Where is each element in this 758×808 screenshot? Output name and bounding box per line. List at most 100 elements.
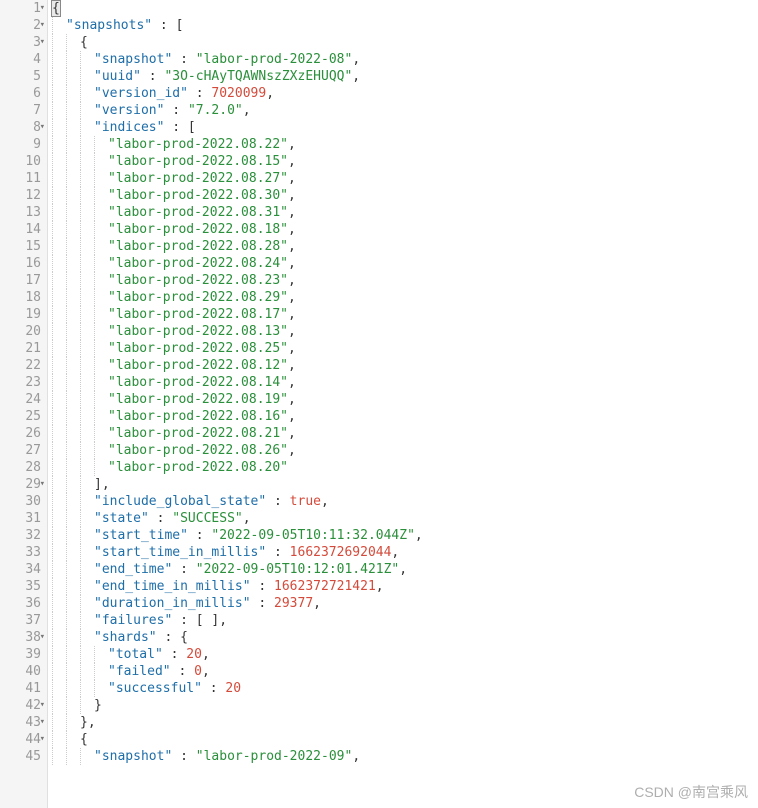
line-number: 16 <box>0 255 41 272</box>
fold-arrow-icon[interactable]: ▾ <box>40 119 45 136</box>
code-line[interactable]: "labor-prod-2022.08.26", <box>52 442 758 459</box>
indent-guide <box>94 187 108 204</box>
code-line[interactable]: "version_id" : 7020099, <box>52 85 758 102</box>
code-line[interactable]: "labor-prod-2022.08.12", <box>52 357 758 374</box>
fold-arrow-icon[interactable]: ▾ <box>40 0 45 17</box>
code-line[interactable]: "snapshot" : "labor-prod-2022-08", <box>52 51 758 68</box>
token-punct: , <box>202 664 210 679</box>
code-line[interactable]: "labor-prod-2022.08.19", <box>52 391 758 408</box>
token-string: "labor-prod-2022.08.23" <box>108 273 288 288</box>
indent-guide <box>80 255 94 272</box>
line-number: 29▾ <box>0 476 41 493</box>
indent-guide <box>52 595 66 612</box>
code-line[interactable]: "labor-prod-2022.08.21", <box>52 425 758 442</box>
code-line[interactable]: "shards" : { <box>52 629 758 646</box>
code-line[interactable]: "labor-prod-2022.08.23", <box>52 272 758 289</box>
code-line[interactable]: "labor-prod-2022.08.14", <box>52 374 758 391</box>
code-line[interactable]: "start_time_in_millis" : 1662372692044, <box>52 544 758 561</box>
code-line[interactable]: { <box>52 34 758 51</box>
fold-arrow-icon[interactable]: ▾ <box>40 17 45 34</box>
code-line[interactable]: "labor-prod-2022.08.20" <box>52 459 758 476</box>
indent-guide <box>94 357 108 374</box>
code-line[interactable]: "version" : "7.2.0", <box>52 102 758 119</box>
code-line[interactable]: "end_time_in_millis" : 1662372721421, <box>52 578 758 595</box>
code-line[interactable]: "labor-prod-2022.08.31", <box>52 204 758 221</box>
code-line[interactable]: { <box>52 0 758 17</box>
indent-guide <box>66 34 80 51</box>
code-line[interactable]: "include_global_state" : true, <box>52 493 758 510</box>
line-number: 9 <box>0 136 41 153</box>
token-number: 20 <box>225 681 241 696</box>
fold-arrow-icon[interactable]: ▾ <box>40 731 45 748</box>
code-line[interactable]: "successful" : 20 <box>52 680 758 697</box>
code-line[interactable]: "snapshots" : [ <box>52 17 758 34</box>
line-number: 5 <box>0 68 41 85</box>
line-number: 2▾ <box>0 17 41 34</box>
fold-arrow-icon[interactable]: ▾ <box>40 476 45 493</box>
code-line[interactable]: "total" : 20, <box>52 646 758 663</box>
fold-arrow-icon[interactable]: ▾ <box>40 34 45 51</box>
fold-arrow-icon[interactable]: ▾ <box>40 714 45 731</box>
line-number: 13 <box>0 204 41 221</box>
code-line[interactable]: "duration_in_millis" : 29377, <box>52 595 758 612</box>
indent-guide <box>80 527 94 544</box>
code-line[interactable]: ], <box>52 476 758 493</box>
indent-guide <box>80 595 94 612</box>
indent-guide <box>52 102 66 119</box>
code-line[interactable]: "labor-prod-2022.08.13", <box>52 323 758 340</box>
code-line[interactable]: }, <box>52 714 758 731</box>
indent-guide <box>66 612 80 629</box>
code-line[interactable]: "labor-prod-2022.08.24", <box>52 255 758 272</box>
code-line[interactable]: "labor-prod-2022.08.15", <box>52 153 758 170</box>
code-line[interactable]: "end_time" : "2022-09-05T10:12:01.421Z", <box>52 561 758 578</box>
token-punct: , <box>399 562 407 577</box>
indent-guide <box>52 34 66 51</box>
code-line[interactable]: "labor-prod-2022.08.25", <box>52 340 758 357</box>
token-key: "total" <box>108 647 163 662</box>
indent-guide <box>52 221 66 238</box>
token-key: "start_time" <box>94 528 188 543</box>
code-line[interactable]: "start_time" : "2022-09-05T10:11:32.044Z… <box>52 527 758 544</box>
code-line[interactable]: { <box>52 731 758 748</box>
indent-guide <box>66 153 80 170</box>
indent-guide <box>52 442 66 459</box>
code-line[interactable]: "labor-prod-2022.08.16", <box>52 408 758 425</box>
token-punct: : <box>164 103 187 118</box>
line-number: 20 <box>0 323 41 340</box>
code-line[interactable]: } <box>52 697 758 714</box>
indent-guide <box>66 221 80 238</box>
token-string: "labor-prod-2022.08.27" <box>108 171 288 186</box>
token-punct: , <box>288 239 296 254</box>
code-line[interactable]: "labor-prod-2022.08.29", <box>52 289 758 306</box>
token-number: 1662372692044 <box>290 545 392 560</box>
code-line[interactable]: "labor-prod-2022.08.18", <box>52 221 758 238</box>
token-punct: : [ <box>152 18 183 33</box>
line-number: 22 <box>0 357 41 374</box>
code-line[interactable]: "uuid" : "3O-cHAyTQAWNszZXzEHUQQ", <box>52 68 758 85</box>
indent-guide <box>80 85 94 102</box>
indent-guide <box>66 255 80 272</box>
token-punct: : <box>163 647 186 662</box>
code-line[interactable]: "labor-prod-2022.08.30", <box>52 187 758 204</box>
fold-arrow-icon[interactable]: ▾ <box>40 629 45 646</box>
indent-guide <box>52 68 66 85</box>
code-line[interactable]: "failures" : [ ], <box>52 612 758 629</box>
code-line[interactable]: "labor-prod-2022.08.28", <box>52 238 758 255</box>
indent-guide <box>66 357 80 374</box>
indent-guide <box>94 680 108 697</box>
code-line[interactable]: "labor-prod-2022.08.17", <box>52 306 758 323</box>
token-string: "labor-prod-2022.08.28" <box>108 239 288 254</box>
line-number: 30 <box>0 493 41 510</box>
code-area[interactable]: {"snapshots" : [{"snapshot" : "labor-pro… <box>48 0 758 808</box>
code-line[interactable]: "labor-prod-2022.08.27", <box>52 170 758 187</box>
code-line[interactable]: "failed" : 0, <box>52 663 758 680</box>
code-line[interactable]: "indices" : [ <box>52 119 758 136</box>
fold-arrow-icon[interactable]: ▾ <box>40 697 45 714</box>
code-line[interactable]: "snapshot" : "labor-prod-2022-09", <box>52 748 758 765</box>
indent-guide <box>52 170 66 187</box>
code-line[interactable]: "labor-prod-2022.08.22", <box>52 136 758 153</box>
code-line[interactable]: "state" : "SUCCESS", <box>52 510 758 527</box>
indent-guide <box>66 374 80 391</box>
indent-guide <box>66 289 80 306</box>
token-key: "snapshot" <box>94 52 172 67</box>
